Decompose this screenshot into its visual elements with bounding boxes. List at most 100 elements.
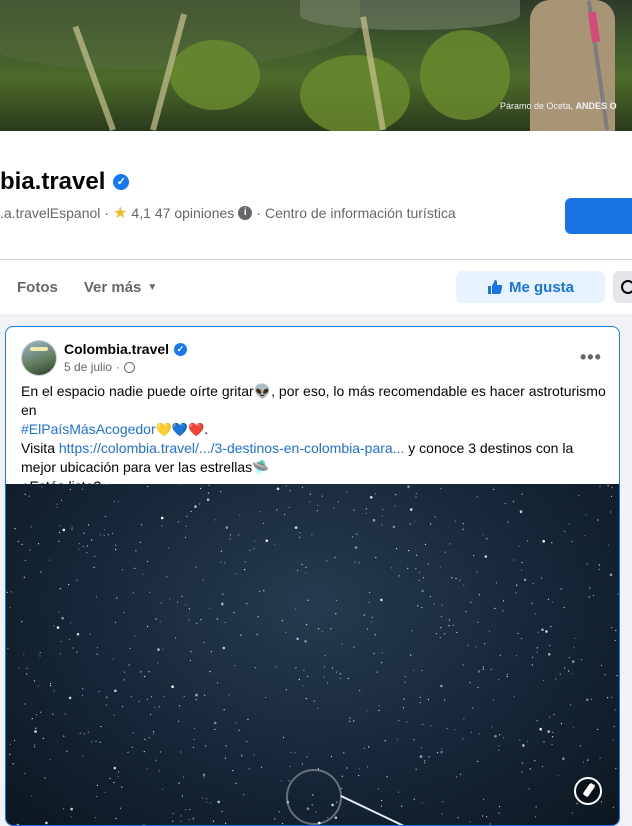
star-dot	[106, 697, 107, 698]
star-dot	[214, 722, 217, 725]
like-page-button[interactable]: Me gusta	[456, 271, 605, 303]
star-dot	[342, 643, 343, 644]
star-dot	[217, 682, 218, 683]
info-icon[interactable]: i	[238, 206, 252, 220]
star-dot	[615, 640, 616, 641]
star-dot	[513, 501, 514, 502]
star-dot	[232, 770, 233, 771]
star-dot	[178, 521, 179, 522]
star-dot	[532, 657, 533, 658]
star-dot	[330, 628, 331, 629]
star-dot	[31, 526, 32, 527]
star-dot	[115, 545, 116, 546]
star-dot	[160, 751, 161, 752]
star-dot	[564, 531, 565, 532]
star-dot	[578, 495, 579, 496]
verified-badge-icon: ✓	[174, 343, 187, 356]
star-dot	[302, 487, 303, 488]
star-dot	[183, 777, 184, 778]
star-dot	[458, 817, 459, 818]
star-dot	[482, 534, 483, 535]
star-dot	[558, 775, 559, 776]
article-link[interactable]: https://colombia.travel/.../3-destinos-e…	[59, 440, 405, 456]
post-date-text[interactable]: 5 de julio	[64, 360, 112, 374]
hashtag-link[interactable]: #ElPaísMásAcogedor	[21, 421, 156, 437]
star-dot	[290, 752, 291, 753]
post-body: En el espacio nadie puede oírte gritar👽,…	[21, 382, 611, 496]
star-dot	[24, 703, 25, 704]
star-dot	[309, 501, 310, 502]
star-dot	[469, 821, 470, 822]
star-dot	[349, 717, 350, 718]
star-dot	[549, 645, 550, 646]
post-author-name[interactable]: Colombia.travel	[64, 341, 169, 357]
star-dot	[104, 535, 105, 536]
star-dot	[372, 617, 373, 618]
page-reviews[interactable]: 47 opiniones	[155, 205, 234, 221]
star-dot	[527, 540, 528, 541]
star-dot	[199, 503, 200, 504]
more-options-icon[interactable]: •••	[580, 347, 602, 368]
page-category[interactable]: Centro de información turística	[265, 205, 456, 221]
tab-more[interactable]: Ver más ▼	[84, 279, 157, 296]
post-author[interactable]: Colombia.travel ✓	[64, 341, 187, 357]
star-dot	[18, 668, 19, 669]
star-dot	[341, 788, 342, 789]
primary-action-button[interactable]	[565, 198, 632, 234]
star-dot	[53, 625, 54, 626]
star-dot	[354, 510, 355, 511]
star-dot	[587, 564, 588, 565]
star-dot	[477, 687, 478, 688]
star-dot	[463, 718, 464, 719]
star-dot	[444, 699, 445, 700]
star-dot	[449, 543, 450, 544]
star-dot	[555, 678, 556, 679]
star-dot	[572, 812, 573, 813]
star-dot	[144, 676, 145, 677]
star-dot	[522, 744, 525, 747]
star-dot	[552, 732, 553, 733]
star-dot	[60, 653, 61, 654]
star-dot	[225, 622, 226, 623]
star-dot	[222, 594, 223, 595]
compass-icon[interactable]	[574, 777, 602, 805]
star-dot	[135, 550, 136, 551]
star-dot	[604, 674, 605, 675]
star-dot	[382, 652, 383, 653]
star-dot	[118, 501, 119, 502]
messenger-button[interactable]	[613, 271, 632, 303]
star-dot	[193, 739, 194, 740]
star-dot	[574, 647, 575, 648]
star-dot	[203, 642, 204, 643]
star-dot	[35, 728, 36, 729]
star-dot	[206, 802, 207, 803]
star-dot	[249, 768, 250, 769]
star-dot	[382, 515, 383, 516]
star-dot	[410, 508, 413, 511]
star-dot	[282, 823, 283, 824]
star-dot	[63, 736, 64, 737]
star-dot	[322, 496, 323, 497]
avatar[interactable]	[21, 340, 57, 376]
page-username[interactable]: .a.travelEspanol	[0, 205, 100, 221]
star-dot	[597, 519, 598, 520]
star-dot	[507, 674, 508, 675]
star-dot	[143, 824, 144, 825]
star-dot	[63, 529, 66, 532]
star-dot	[246, 741, 247, 742]
post-photo[interactable]	[6, 484, 620, 826]
star-dot	[619, 488, 620, 491]
star-dot	[80, 733, 81, 734]
star-dot	[416, 555, 417, 556]
star-dot	[375, 493, 376, 494]
post-timestamp[interactable]: 5 de julio ·	[64, 360, 135, 374]
cover-photo[interactable]: Páramo de Oceta, ANDES O	[0, 0, 632, 131]
star-dot	[70, 808, 73, 811]
tab-photos[interactable]: Fotos	[17, 279, 58, 296]
star-dot	[440, 566, 441, 567]
star-dot	[56, 507, 57, 508]
star-dot	[166, 576, 167, 577]
star-dot	[589, 588, 590, 589]
star-dot	[395, 505, 396, 506]
star-dot	[449, 619, 450, 620]
